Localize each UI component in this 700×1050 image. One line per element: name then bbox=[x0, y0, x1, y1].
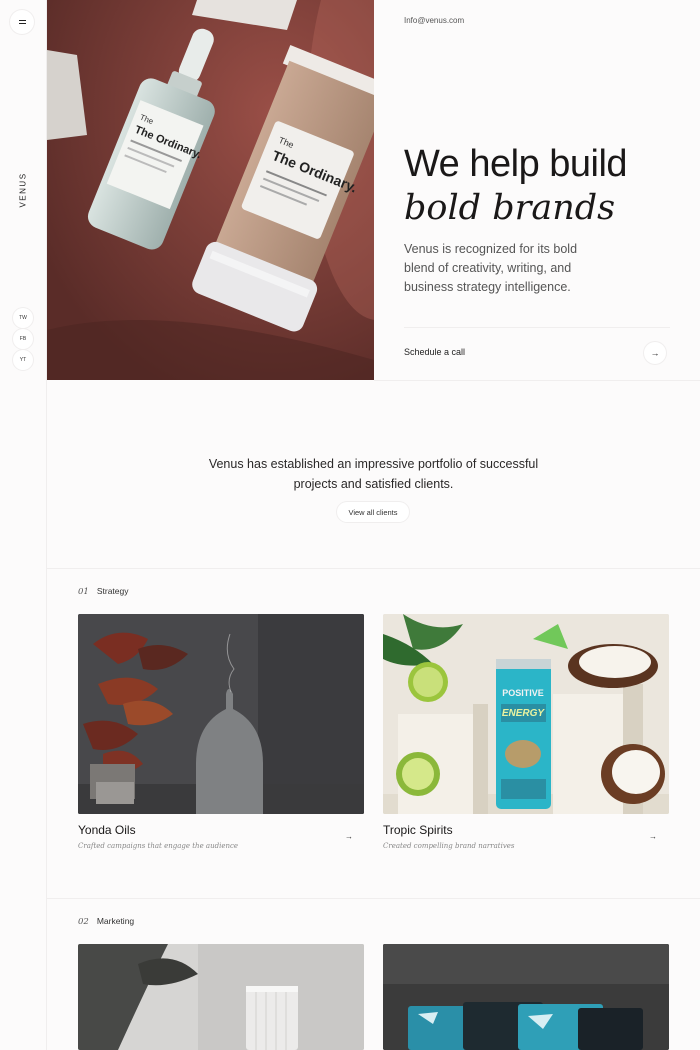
brand-logo[interactable]: VENUS bbox=[19, 172, 28, 207]
arrow-right-icon[interactable]: → bbox=[340, 827, 358, 845]
contact-email-link[interactable]: Info@venus.com bbox=[404, 16, 464, 25]
headline-line-2: bold brands bbox=[404, 188, 616, 228]
section-divider bbox=[47, 898, 700, 899]
social-youtube-link[interactable]: YT bbox=[13, 350, 33, 370]
section-number: 01 bbox=[78, 587, 89, 597]
section-number: 02 bbox=[78, 917, 89, 927]
menu-icon[interactable] bbox=[10, 10, 34, 34]
card-image-marketing-2[interactable] bbox=[383, 944, 669, 1050]
card-title[interactable]: Yonda Oils bbox=[78, 823, 136, 837]
portfolio-intro-text: Venus has established an impressive port… bbox=[208, 457, 539, 491]
arrow-right-icon[interactable]: → bbox=[644, 342, 666, 364]
hero-description: Venus is recognized for its bold blend o… bbox=[404, 242, 578, 294]
schedule-call-link[interactable]: Schedule a call bbox=[404, 347, 465, 357]
svg-text:ENERGY: ENERGY bbox=[502, 708, 546, 719]
card-subtitle: Created compelling brand narratives bbox=[383, 842, 515, 850]
hero-headline: We help build bold brands bbox=[404, 142, 628, 230]
card-image-marketing-1[interactable] bbox=[78, 944, 364, 1050]
section-divider bbox=[47, 568, 700, 569]
left-rail: VENUS TW FB YT bbox=[0, 0, 47, 1050]
section-title: Marketing bbox=[96, 916, 135, 926]
card-image-yonda-oils[interactable] bbox=[78, 614, 364, 814]
section-title: Strategy bbox=[96, 586, 129, 596]
hero-image: The The Ordinary. The The Ordinary. bbox=[47, 0, 374, 380]
divider bbox=[404, 327, 670, 328]
social-facebook-link[interactable]: FB bbox=[13, 329, 33, 349]
section-label-marketing: 02 Marketing bbox=[78, 916, 134, 927]
view-all-clients-button[interactable]: View all clients bbox=[337, 502, 409, 522]
social-twitter-link[interactable]: TW bbox=[13, 308, 33, 328]
card-image-tropic-spirits[interactable]: POSITIVE ENERGY bbox=[383, 614, 669, 814]
card-subtitle: Crafted campaigns that engage the audien… bbox=[78, 842, 239, 850]
card-title[interactable]: Tropic Spirits bbox=[383, 823, 453, 837]
headline-line-1: We help build bbox=[404, 143, 628, 185]
svg-text:POSITIVE: POSITIVE bbox=[502, 688, 544, 698]
hero-content: Info@venus.com We help build bold brands… bbox=[374, 0, 700, 381]
section-label-strategy: 01 Strategy bbox=[78, 586, 128, 597]
arrow-right-icon[interactable]: → bbox=[644, 827, 662, 845]
